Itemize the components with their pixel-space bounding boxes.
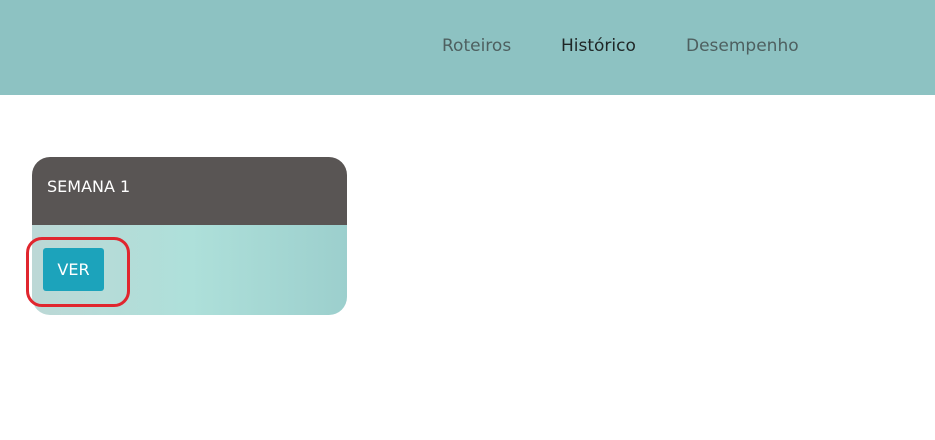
card-header: SEMANA 1 <box>32 157 347 225</box>
week-card: SEMANA 1 VER <box>32 157 347 315</box>
nav-link-desempenho[interactable]: Desempenho <box>686 35 799 57</box>
nav-link-historico[interactable]: Histórico <box>561 35 636 57</box>
top-navbar: Roteiros Histórico Desempenho <box>0 0 935 95</box>
ver-button[interactable]: VER <box>43 248 104 291</box>
card-body: VER <box>32 225 347 315</box>
card-title: SEMANA 1 <box>47 177 131 196</box>
nav-link-roteiros[interactable]: Roteiros <box>442 35 511 57</box>
